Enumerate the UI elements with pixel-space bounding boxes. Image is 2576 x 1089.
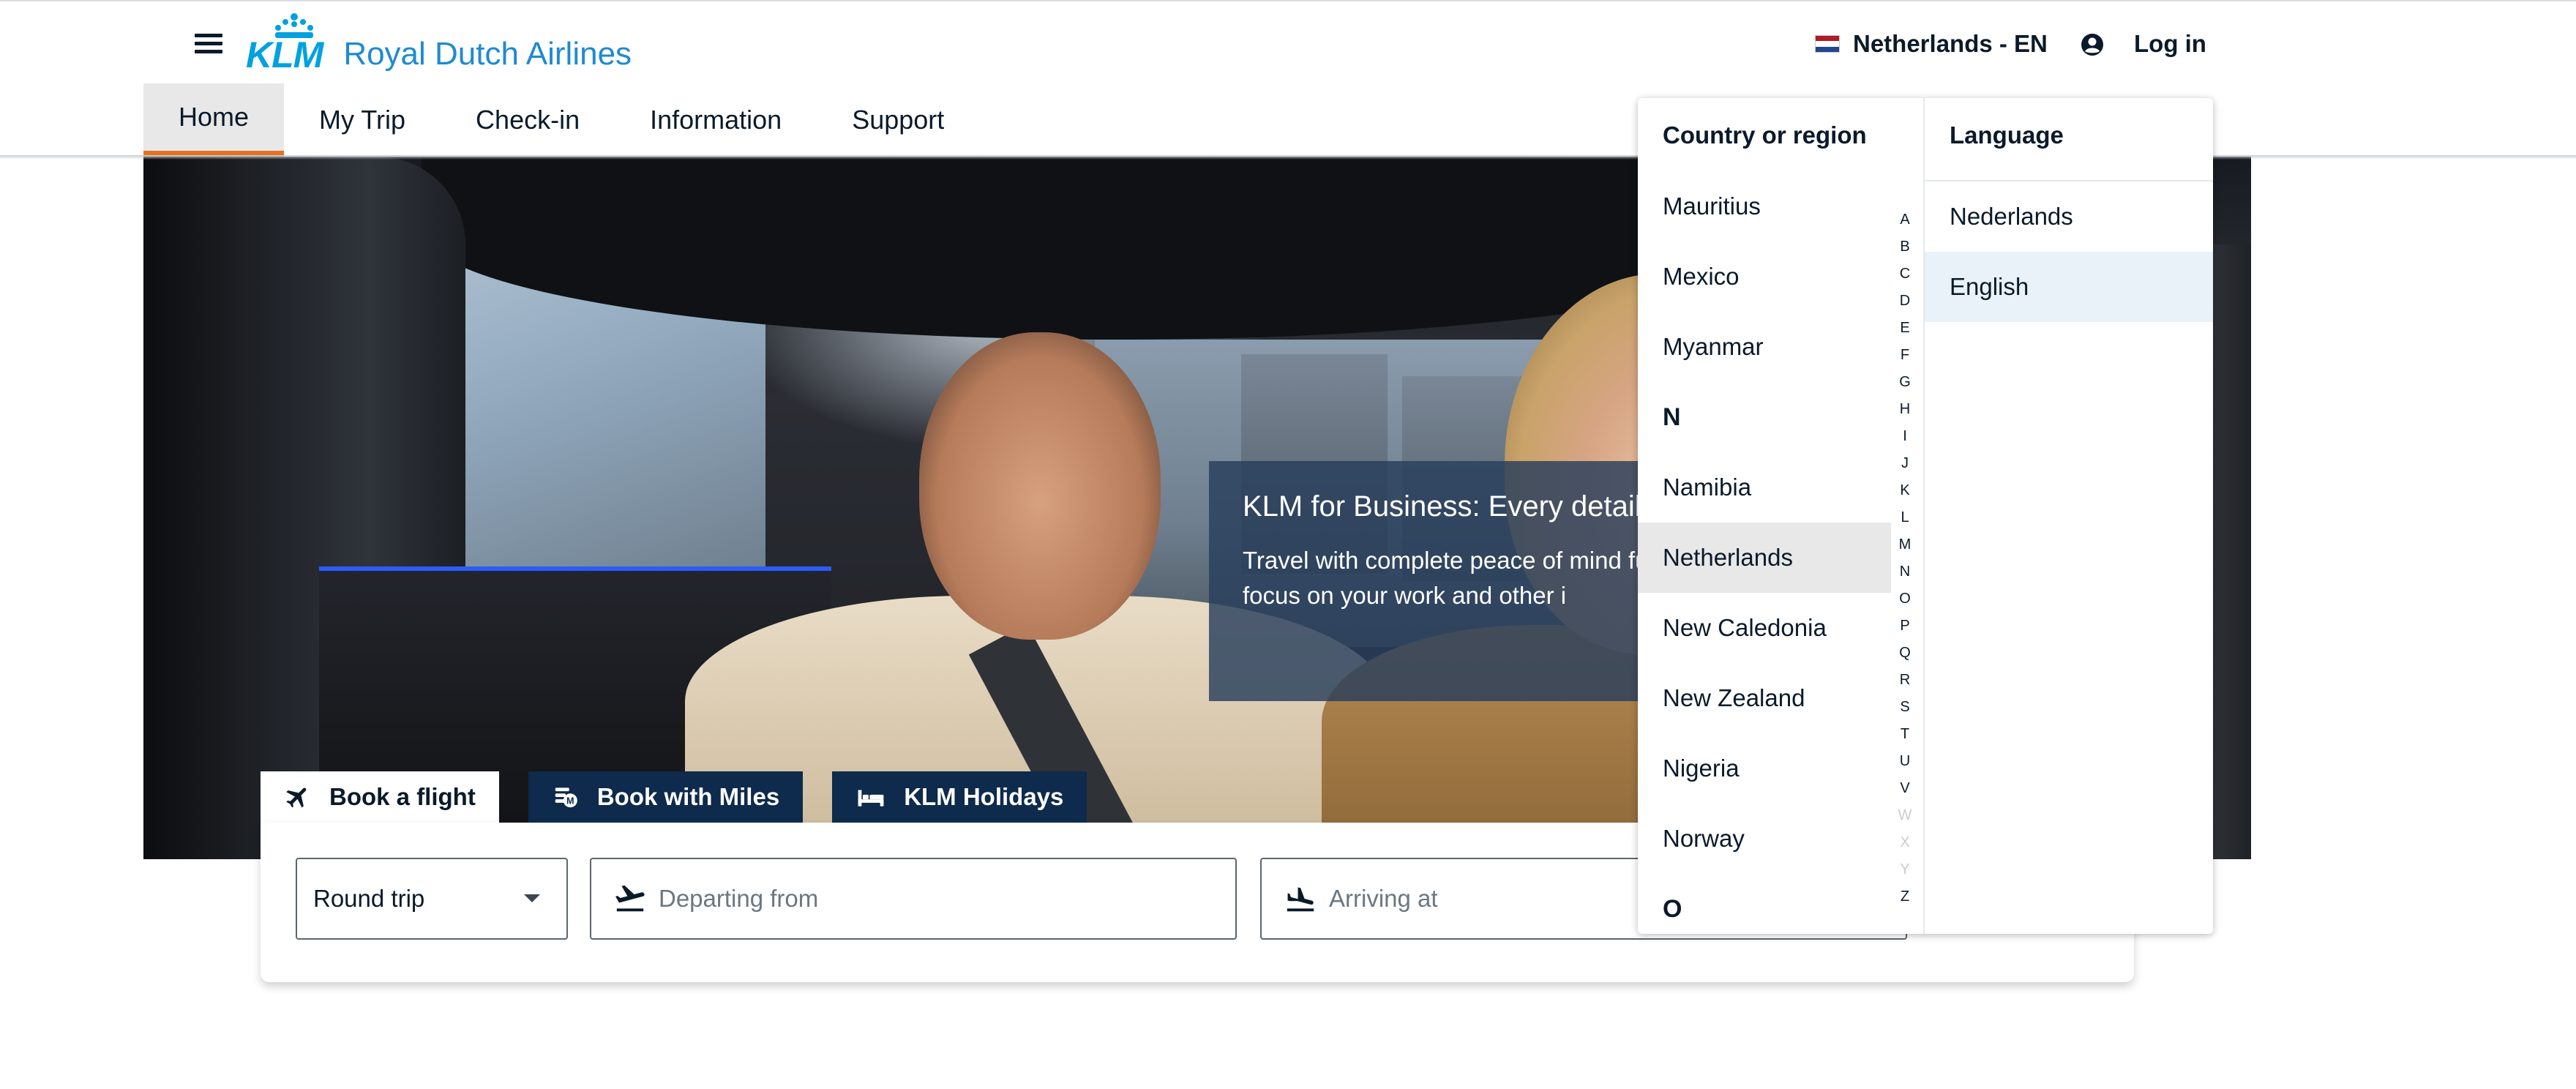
language-header: Language xyxy=(1950,121,2064,149)
region-label: Netherlands - EN xyxy=(1853,30,2048,57)
klm-logo[interactable]: KLM Royal Dutch Airlines xyxy=(246,12,632,78)
letter-heading-o: O xyxy=(1663,895,1682,923)
country-option-nigeria[interactable]: Nigeria xyxy=(1638,733,1891,804)
alphabet-letter-h[interactable]: H xyxy=(1895,396,1914,423)
letter-heading-n: N xyxy=(1663,403,1681,431)
alphabet-letter-r[interactable]: R xyxy=(1895,667,1914,694)
alphabet-letter-i[interactable]: I xyxy=(1895,423,1914,450)
alphabet-letter-q[interactable]: Q xyxy=(1895,640,1914,667)
tab-label: KLM Holidays xyxy=(904,783,1064,810)
alphabet-letter-k[interactable]: K xyxy=(1895,477,1914,504)
landing-icon xyxy=(1287,887,1314,912)
plane-icon xyxy=(286,787,307,808)
alphabet-letter-f[interactable]: F xyxy=(1895,342,1914,369)
arriving-placeholder: Arriving at xyxy=(1329,885,1438,912)
alphabet-letter-c[interactable]: C xyxy=(1895,261,1914,288)
departing-placeholder: Departing from xyxy=(659,885,819,912)
alphabet-letter-n[interactable]: N xyxy=(1895,558,1914,585)
alphabet-letter-e[interactable]: E xyxy=(1895,315,1914,342)
country-language-dropdown: Country or region Language Mauritius Mex… xyxy=(1638,98,2213,934)
logo-klm-text: KLM xyxy=(246,34,323,75)
brand-name: Royal Dutch Airlines xyxy=(343,36,632,72)
alphabet-letter-x: X xyxy=(1900,834,1910,850)
tab-klm-holidays[interactable]: KLM Holidays xyxy=(832,771,1087,823)
alphabet-letter-v[interactable]: V xyxy=(1895,775,1914,802)
alphabet-letter-g[interactable]: G xyxy=(1895,369,1914,396)
tab-book-with-miles[interactable]: M Book with Miles xyxy=(528,771,804,823)
alphabet-letter-b[interactable]: B xyxy=(1895,233,1914,261)
alphabet-letter-o[interactable]: O xyxy=(1895,585,1914,613)
tab-label: Book with Miles xyxy=(596,783,780,810)
top-bar: KLM Royal Dutch Airlines Netherlands - E… xyxy=(0,0,2576,83)
booking-tabs: Book a flight M Book with Miles KLM Holi… xyxy=(261,771,1116,823)
language-option-nederlands[interactable]: Nederlands xyxy=(1925,182,2213,252)
country-header: Country or region xyxy=(1663,121,1867,149)
takeoff-icon xyxy=(615,885,645,912)
alphabet-index: ABCDEFGHIJKLMNOPQRSTUVWXYZ xyxy=(1895,206,1914,910)
country-list: Mauritius Mexico Myanmar N Namibia Nethe… xyxy=(1638,171,1891,934)
hamburger-menu-icon[interactable] xyxy=(192,29,225,59)
country-option-netherlands[interactable]: Netherlands xyxy=(1638,523,1891,593)
bed-icon xyxy=(858,790,884,807)
crown-icon xyxy=(275,13,313,38)
promo-title: KLM for Business: Every detail xyxy=(1243,490,1641,523)
country-option-new-zealand[interactable]: New Zealand xyxy=(1638,663,1891,733)
language-list: Nederlands English xyxy=(1925,182,2213,322)
alphabet-letter-p[interactable]: P xyxy=(1895,613,1914,640)
nav-support[interactable]: Support xyxy=(817,83,979,157)
miles-icon: M xyxy=(555,787,577,808)
alphabet-letter-s[interactable]: S xyxy=(1895,694,1914,721)
caret-down-icon xyxy=(524,894,540,902)
login-link[interactable]: Log in xyxy=(2134,28,2206,60)
user-icon[interactable] xyxy=(2080,32,2105,57)
region-language-selector[interactable]: Netherlands - EN xyxy=(1815,28,2048,60)
alphabet-letter-y: Y xyxy=(1900,861,1910,877)
tab-book-a-flight[interactable]: Book a flight xyxy=(261,771,499,823)
departing-from-input[interactable]: Departing from xyxy=(590,858,1237,940)
nav-information[interactable]: Information xyxy=(615,83,817,157)
netherlands-flag-icon xyxy=(1815,35,1840,53)
country-option-new-caledonia[interactable]: New Caledonia xyxy=(1638,593,1891,663)
tab-label: Book a flight xyxy=(329,783,476,810)
nav-home[interactable]: Home xyxy=(143,83,285,157)
country-option-mauritius[interactable]: Mauritius xyxy=(1638,171,1891,242)
trip-type-value: Round trip xyxy=(313,885,425,912)
alphabet-letter-z[interactable]: Z xyxy=(1895,883,1914,910)
alphabet-letter-a[interactable]: A xyxy=(1895,206,1914,233)
nav-check-in[interactable]: Check-in xyxy=(441,83,615,157)
svg-text:M: M xyxy=(566,796,574,807)
country-option-namibia[interactable]: Namibia xyxy=(1638,452,1891,523)
alphabet-letter-w: W xyxy=(1898,807,1912,823)
alphabet-letter-t[interactable]: T xyxy=(1895,721,1914,748)
alphabet-letter-m[interactable]: M xyxy=(1895,531,1914,558)
main-nav: Home My Trip Check-in Information Suppor… xyxy=(143,83,979,157)
alphabet-letter-d[interactable]: D xyxy=(1895,288,1914,315)
alphabet-letter-j[interactable]: J xyxy=(1895,450,1914,477)
alphabet-letter-u[interactable]: U xyxy=(1895,748,1914,775)
country-option-norway[interactable]: Norway xyxy=(1638,804,1891,874)
nav-my-trip[interactable]: My Trip xyxy=(284,83,441,157)
alphabet-letter-l[interactable]: L xyxy=(1895,504,1914,531)
language-option-english[interactable]: English xyxy=(1925,252,2213,322)
country-option-mexico[interactable]: Mexico xyxy=(1638,242,1891,312)
country-option-myanmar[interactable]: Myanmar xyxy=(1638,312,1891,382)
trip-type-select[interactable]: Round trip xyxy=(296,858,568,940)
man-face xyxy=(919,332,1161,640)
